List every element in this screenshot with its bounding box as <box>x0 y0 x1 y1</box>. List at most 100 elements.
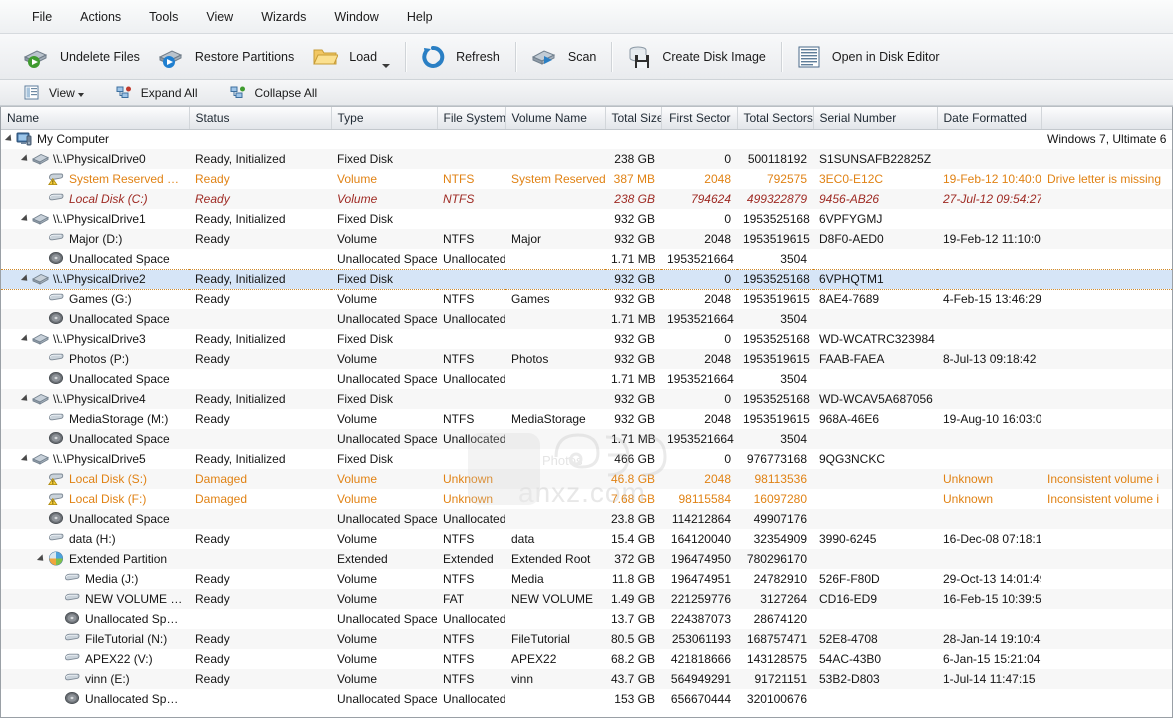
table-row[interactable]: Unallocated Space Unallocated Space Unallo… <box>1 309 1172 329</box>
cell-name[interactable]: NEW VOLUME (L:) <box>1 589 189 609</box>
column-header-volume-name[interactable]: Volume Name <box>505 107 606 130</box>
column-header-type[interactable]: Type <box>331 107 438 130</box>
undelete-files-button[interactable]: Undelete Files <box>14 38 149 76</box>
scan-button[interactable]: Scan <box>522 38 606 76</box>
cell-name[interactable]: Local Disk (F:) <box>1 489 189 509</box>
cell-name[interactable]: \\.\PhysicalDrive1 <box>1 209 189 229</box>
cell-name[interactable]: \\.\PhysicalDrive5 <box>1 449 189 469</box>
tree-expander-icon[interactable] <box>20 334 31 344</box>
cell-type: Unallocated Space <box>337 372 437 386</box>
table-row[interactable]: Unallocated Space Unallocated Space Unallo… <box>1 609 1172 629</box>
tree-expander-icon[interactable] <box>20 274 31 284</box>
table-row[interactable]: Games (G:) Ready Volume NTFS Games 932 GB 2048… <box>1 289 1172 309</box>
table-row[interactable]: Major (D:) Ready Volume NTFS Major 932 GB 2048… <box>1 229 1172 249</box>
cell-name[interactable]: Photos (P:) <box>1 349 189 369</box>
table-row[interactable]: NEW VOLUME (L:) Ready Volume FAT NEW VOLUME 1… <box>1 589 1172 609</box>
column-header-date-formatted[interactable]: Date Formatted <box>937 107 1042 130</box>
collapse-all-button[interactable]: Collapse All <box>222 82 326 104</box>
cell-name[interactable]: Extended Partition <box>1 549 189 569</box>
cell-name[interactable]: Unallocated Space <box>1 369 189 389</box>
restore-partitions-button[interactable]: Restore Partitions <box>149 38 303 76</box>
column-header-total-size[interactable]: Total Size <box>605 107 662 130</box>
column-header-first-sector[interactable]: First Sector <box>661 107 738 130</box>
table-row[interactable]: vinn (E:) Ready Volume NTFS vinn 43.7 GB 56494… <box>1 669 1172 689</box>
cell-name[interactable]: \\.\PhysicalDrive4 <box>1 389 189 409</box>
table-row[interactable]: \\.\PhysicalDrive0 Ready, Initialized Fixe… <box>1 149 1172 169</box>
table-row[interactable]: Unallocated Space Unallocated Space Unallo… <box>1 369 1172 389</box>
cell-name[interactable]: Unallocated Space <box>1 249 189 269</box>
tree-expander-icon[interactable] <box>4 134 15 144</box>
table-row[interactable]: Local Disk (C:) Ready Volume NTFS 238 GB 7946… <box>1 189 1172 209</box>
cell-name[interactable]: Unallocated Space <box>1 609 189 629</box>
cell-name[interactable]: Major (D:) <box>1 229 189 249</box>
load-button[interactable]: Load <box>303 38 399 76</box>
tree-expander-icon[interactable] <box>20 454 31 464</box>
open-in-disk-editor-button[interactable]: Open in Disk Editor <box>788 38 949 76</box>
tree-expander-icon[interactable] <box>20 214 31 224</box>
tree-expander-icon[interactable] <box>20 394 31 404</box>
menu-item-tools[interactable]: Tools <box>135 6 192 28</box>
cell-name[interactable]: FileTutorial (N:) <box>1 629 189 649</box>
column-header-file-system[interactable]: File System <box>437 107 506 130</box>
table-row[interactable]: \\.\PhysicalDrive5 Ready, Initialized Fixe… <box>1 449 1172 469</box>
cell-name[interactable]: Unallocated Space <box>1 429 189 449</box>
table-row[interactable]: Local Disk (S:) Damaged Volume Unknown 46.8 … <box>1 469 1172 489</box>
menu-item-help[interactable]: Help <box>393 6 447 28</box>
table-row[interactable]: MediaStorage (M:) Ready Volume NTFS MediaSto… <box>1 409 1172 429</box>
column-header-extra[interactable] <box>1041 107 1172 130</box>
table-row[interactable]: System Reserved (1:) Ready Volume NTFS Syste… <box>1 169 1172 189</box>
table-row[interactable]: Media (J:) Ready Volume NTFS Media 11.8 GB 196… <box>1 569 1172 589</box>
table-row[interactable]: \\.\PhysicalDrive4 Ready, Initialized Fixe… <box>1 389 1172 409</box>
chevron-down-icon[interactable] <box>77 92 84 97</box>
menu-item-view[interactable]: View <box>192 6 247 28</box>
cell-name[interactable]: \\.\PhysicalDrive3 <box>1 329 189 349</box>
vertical-scrollbar[interactable] <box>1168 130 1171 716</box>
create-disk-image-button[interactable]: Create Disk Image <box>618 38 775 76</box>
table-row[interactable]: My Computer Windows 7, Ultimate 6 <box>1 129 1172 149</box>
tree-expander-icon[interactable] <box>20 154 31 164</box>
column-header-serial-number[interactable]: Serial Number <box>813 107 938 130</box>
menu-item-window[interactable]: Window <box>320 6 392 28</box>
cell-name[interactable]: My Computer <box>1 129 189 149</box>
menu-item-wizards[interactable]: Wizards <box>247 6 320 28</box>
table-row[interactable]: Photos (P:) Ready Volume NTFS Photos 932 GB 20… <box>1 349 1172 369</box>
cell-name[interactable]: MediaStorage (M:) <box>1 409 189 429</box>
cell-name[interactable]: data (H:) <box>1 529 189 549</box>
table-row[interactable]: APEX22 (V:) Ready Volume NTFS APEX22 68.2 GB 4… <box>1 649 1172 669</box>
cell-name[interactable]: Local Disk (S:) <box>1 469 189 489</box>
cell-sectors: 792575 <box>766 172 807 186</box>
cell-name[interactable]: \\.\PhysicalDrive0 <box>1 149 189 169</box>
cell-name[interactable]: Media (J:) <box>1 569 189 589</box>
column-header-status[interactable]: Status <box>189 107 332 130</box>
table-row[interactable]: \\.\PhysicalDrive3 Ready, Initialized Fixe… <box>1 329 1172 349</box>
cell-name[interactable]: Unallocated Space <box>1 689 189 709</box>
table-row[interactable]: Unallocated Space Unallocated Space Unallo… <box>1 249 1172 269</box>
refresh-button[interactable]: Refresh <box>412 38 509 76</box>
table-row[interactable]: Unallocated Space Unallocated Space Unallo… <box>1 429 1172 449</box>
column-header-total-sectors[interactable]: Total Sectors <box>737 107 814 130</box>
tree-expander-icon[interactable] <box>36 554 47 564</box>
cell-name[interactable]: APEX22 (V:) <box>1 649 189 669</box>
cell-name[interactable]: \\.\PhysicalDrive2 <box>1 268 189 290</box>
cell-name[interactable]: System Reserved (1:) <box>1 169 189 189</box>
table-row[interactable]: Extended Partition Extended Extended Extend… <box>1 549 1172 569</box>
table-row[interactable]: Unallocated Space Unallocated Space Unallo… <box>1 509 1172 529</box>
table-row[interactable]: \\.\PhysicalDrive2 Ready, Initialized Fixe… <box>1 268 1172 290</box>
cell-name[interactable]: Unallocated Space <box>1 509 189 529</box>
table-row[interactable]: data (H:) Ready Volume NTFS data 15.4 GB 16412… <box>1 529 1172 549</box>
column-header-name[interactable]: Name <box>1 107 190 130</box>
chevron-down-icon[interactable] <box>382 63 391 68</box>
table-row[interactable]: Unallocated Space Unallocated Space Unallo… <box>1 689 1172 709</box>
menu-item-actions[interactable]: Actions <box>66 6 135 28</box>
cell-name[interactable]: vinn (E:) <box>1 669 189 689</box>
menu-item-file[interactable]: File <box>18 6 66 28</box>
cell-name[interactable]: Unallocated Space <box>1 309 189 329</box>
table-row[interactable]: \\.\PhysicalDrive1 Ready, Initialized Fixe… <box>1 209 1172 229</box>
table-row[interactable]: Local Disk (F:) Damaged Volume Unknown 7.68 … <box>1 489 1172 509</box>
expand-all-button[interactable]: Expand All <box>108 82 206 104</box>
view-button[interactable]: View <box>16 82 92 104</box>
cell-name[interactable]: Games (G:) <box>1 289 189 309</box>
table-row[interactable]: FileTutorial (N:) Ready Volume NTFS FileTuto… <box>1 629 1172 649</box>
row-name-label: Unallocated Space <box>69 251 170 266</box>
cell-name[interactable]: Local Disk (C:) <box>1 189 189 209</box>
